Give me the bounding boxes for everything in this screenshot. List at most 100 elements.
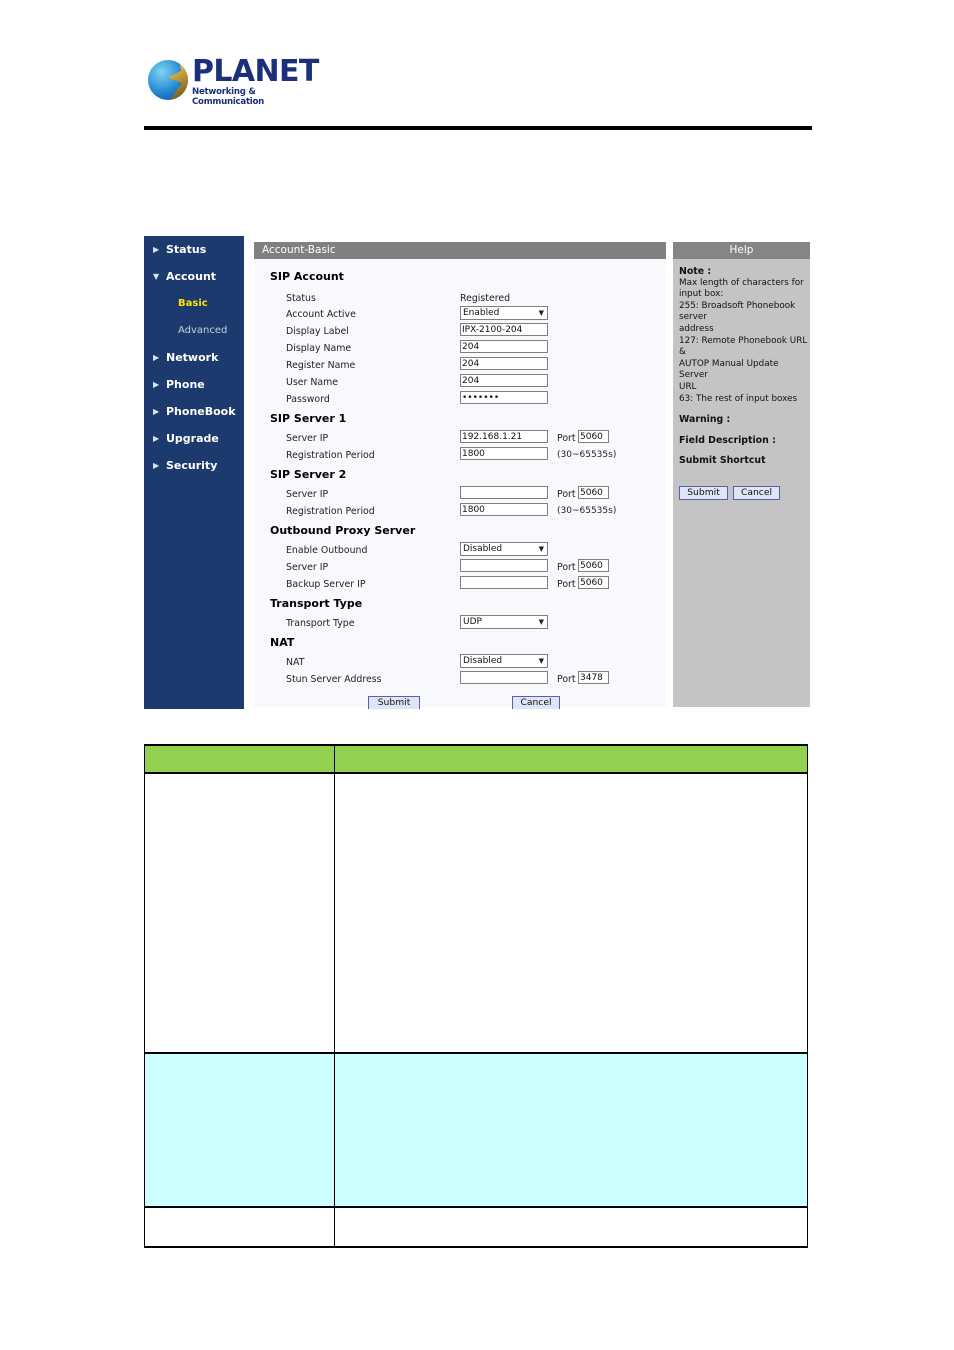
label-display-label: Display Label	[286, 326, 349, 337]
document-header: PLANET Networking & Communication	[144, 52, 812, 132]
account-basic-form-panel: Account-Basic SIP Account Status Registe…	[254, 242, 666, 709]
label-backup-server-ip: Backup Server IP	[286, 579, 366, 590]
sidebar-item-label: Security	[166, 459, 218, 472]
label-s1-port: Port	[557, 433, 576, 444]
input-s2-registration-period[interactable]	[460, 503, 548, 516]
submit-button[interactable]: Submit	[368, 696, 420, 709]
input-s1-registration-period[interactable]	[460, 447, 548, 460]
label-stun-server-address: Stun Server Address	[286, 674, 382, 685]
label-display-name: Display Name	[286, 343, 352, 354]
sidebar-item-security[interactable]: ▶ Security	[144, 452, 244, 479]
description-table	[144, 744, 808, 1248]
planet-logo: PLANET Networking & Communication	[148, 56, 323, 108]
input-stun-port[interactable]	[578, 671, 609, 684]
sidebar-item-phone[interactable]: ▶ Phone	[144, 371, 244, 398]
input-register-name[interactable]	[460, 357, 548, 370]
sidebar-item-label: Upgrade	[166, 432, 219, 445]
help-panel-title: Help	[673, 242, 810, 259]
table-cell	[144, 1052, 335, 1208]
input-s2-server-ip[interactable]	[460, 486, 548, 499]
page-title: Account-Basic	[254, 242, 666, 259]
help-spacer	[679, 405, 810, 414]
input-outbound-port[interactable]	[578, 559, 609, 572]
help-submit-button[interactable]: Submit	[679, 486, 728, 500]
chevron-right-icon: ▶	[153, 353, 160, 362]
select-enable-outbound[interactable]: Disabled ▼	[460, 542, 548, 556]
sidebar-nav: ▶ Status ▼ Account Basic Advanced ▶ Netw…	[144, 236, 244, 709]
input-outbound-server-ip[interactable]	[460, 559, 548, 572]
select-nat-value: Disabled	[463, 656, 503, 666]
sidebar-item-advanced[interactable]: Advanced	[144, 317, 244, 344]
label-nat: NAT	[286, 657, 305, 668]
section-heading-outbound-proxy: Outbound Proxy Server	[270, 524, 416, 537]
chevron-down-icon: ▼	[538, 545, 544, 553]
input-user-name[interactable]	[460, 374, 548, 387]
help-panel-body: Note : Max length of characters for inpu…	[679, 266, 810, 467]
input-backup-port[interactable]	[578, 576, 609, 589]
planet-globe-logo-icon	[148, 60, 188, 100]
label-outbound-port: Port	[557, 562, 576, 573]
table-cell	[334, 1206, 808, 1248]
help-note-line: URL	[679, 381, 697, 392]
table-row	[144, 1206, 808, 1248]
brand-name: PLANET	[192, 54, 319, 89]
chevron-right-icon: ▶	[153, 380, 160, 389]
header-divider-rule	[144, 126, 812, 130]
label-register-name: Register Name	[286, 360, 356, 371]
label-backup-port: Port	[557, 579, 576, 590]
table-cell	[144, 772, 335, 1054]
help-note-heading: Note :	[679, 266, 712, 277]
label-status: Status	[286, 293, 316, 304]
input-stun-server-address[interactable]	[460, 671, 548, 684]
chevron-down-icon: ▼	[153, 272, 160, 281]
select-account-active[interactable]: Enabled ▼	[460, 306, 548, 320]
select-nat[interactable]: Disabled ▼	[460, 654, 548, 668]
label-stun-port: Port	[557, 674, 576, 685]
input-display-name[interactable]	[460, 340, 548, 353]
input-s1-port[interactable]	[578, 430, 609, 443]
help-spacer	[679, 446, 810, 455]
chevron-down-icon: ▼	[538, 657, 544, 665]
help-note-line: Max length of characters for	[679, 277, 804, 288]
input-backup-server-ip[interactable]	[460, 576, 548, 589]
label-s1-registration-period: Registration Period	[286, 450, 375, 461]
label-password: Password	[286, 394, 330, 405]
sidebar-item-upgrade[interactable]: ▶ Upgrade	[144, 425, 244, 452]
select-transport-type[interactable]: UDP ▼	[460, 615, 548, 629]
section-heading-transport-type: Transport Type	[270, 597, 363, 610]
help-field-description-heading: Field Description :	[679, 434, 776, 446]
select-transport-type-value: UDP	[463, 617, 482, 627]
sidebar-item-label: Account	[166, 270, 217, 283]
help-note-line: AUTOP Manual Update Server	[679, 358, 779, 381]
help-panel: Help Note : Max length of characters for…	[673, 242, 810, 707]
input-password[interactable]	[460, 391, 548, 404]
section-heading-nat: NAT	[270, 636, 295, 649]
label-s1-server-ip: Server IP	[286, 433, 329, 444]
sidebar-item-account[interactable]: ▼ Account	[144, 263, 244, 290]
value-status: Registered	[460, 293, 511, 304]
input-display-label[interactable]	[460, 323, 548, 336]
sidebar-item-label: Network	[166, 351, 219, 364]
cancel-button[interactable]: Cancel	[512, 696, 560, 709]
logo-swoosh-shape	[167, 61, 188, 99]
section-heading-sip-account: SIP Account	[270, 270, 344, 283]
help-note-line: 63: The rest of input boxes	[679, 393, 798, 404]
sidebar-item-status[interactable]: ▶ Status	[144, 236, 244, 263]
help-cancel-button[interactable]: Cancel	[733, 486, 780, 500]
sidebar-item-basic[interactable]: Basic	[144, 290, 244, 317]
brand-tagline: Networking & Communication	[192, 87, 265, 107]
hint-s1-registration-period: (30~65535s)	[557, 450, 617, 460]
input-s2-port[interactable]	[578, 486, 609, 499]
sidebar-item-network[interactable]: ▶ Network	[144, 344, 244, 371]
hint-s2-registration-period: (30~65535s)	[557, 506, 617, 516]
sidebar-item-phonebook[interactable]: ▶ PhoneBook	[144, 398, 244, 425]
table-row	[144, 1052, 808, 1208]
input-s1-server-ip[interactable]	[460, 430, 548, 443]
chevron-down-icon: ▼	[538, 309, 544, 317]
help-note-line: input box:	[679, 289, 724, 300]
select-account-active-value: Enabled	[463, 308, 500, 318]
help-submit-shortcut-heading: Submit Shortcut	[679, 455, 766, 467]
label-outbound-server-ip: Server IP	[286, 562, 329, 573]
label-enable-outbound: Enable Outbound	[286, 545, 368, 556]
help-spacer	[679, 426, 810, 435]
